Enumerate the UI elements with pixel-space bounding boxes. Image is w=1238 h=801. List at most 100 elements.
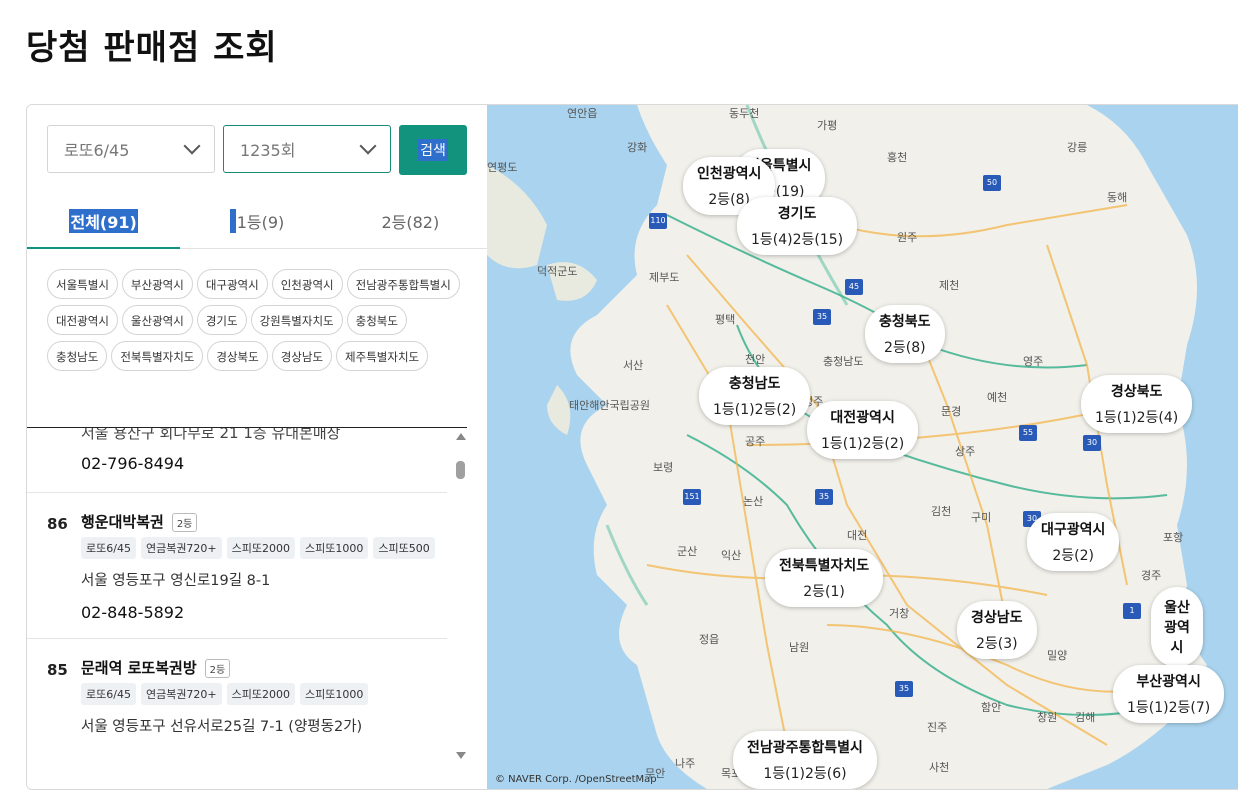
round-select[interactable]: 1235회: [223, 125, 391, 173]
map-place-label: 제부도: [649, 271, 680, 284]
store-name: 행운대박복권: [81, 513, 164, 531]
korea-map[interactable]: 연안읍 동두천 가평 강화 홍천 강릉 연평도 동해 원주 덕적군도 제부도 제천 평택 서산 천안 충청남도…: [487, 105, 1238, 789]
region-chip[interactable]: 충청남도: [47, 341, 108, 371]
product-tag: 스피또1000: [300, 537, 369, 559]
store-rank: 85: [47, 661, 68, 679]
map-place-label: 영주: [1023, 355, 1044, 368]
page-title: 당첨 판매점 조회: [26, 28, 278, 68]
product-tag: 스피또2000: [226, 683, 296, 705]
map-place-label: 김해: [1075, 711, 1096, 724]
map-place-label: 동두천: [729, 107, 760, 120]
round-select-value: 1235회: [240, 141, 296, 160]
map-place-label: 나주: [675, 757, 696, 770]
game-select-value: 로또6/45: [64, 141, 130, 160]
region-chip[interactable]: 인천광역시: [271, 269, 343, 299]
product-tags: 로또6/45 연금복권720+ 스피또2000 스피또1000: [81, 683, 369, 705]
region-marker-count: 2등(1): [803, 584, 845, 600]
region-chip[interactable]: 전남광주통합특별시: [346, 269, 460, 299]
region-marker-title: 충청남도: [728, 376, 781, 392]
map-place-label: 서산: [623, 359, 644, 372]
region-marker-count: 1등(1)2등(4): [1095, 410, 1179, 426]
map-place-label: 태안해안국립공원: [569, 399, 650, 412]
region-chip[interactable]: 울산광역시: [121, 305, 193, 335]
region-marker-count: 1등(4)2등(15): [751, 232, 844, 248]
grade-badge: 2등: [171, 513, 198, 532]
map-place-label: 충청남도: [823, 355, 864, 368]
map-place-label: 예천: [987, 391, 1008, 404]
game-select[interactable]: 로또6/45: [47, 125, 215, 173]
map-place-label: 대전: [847, 529, 868, 542]
region-marker-count: 1등(1)2등(7): [1127, 700, 1211, 716]
map-place-label: 동해: [1107, 191, 1128, 204]
chevron-down-icon: [359, 137, 377, 155]
region-marker[interactable]: 대구광역시 2등(2): [1027, 513, 1120, 571]
tab-first-prize-label: 1등(9): [229, 208, 284, 233]
store-name-row: 문래역 로또복권방 2등: [81, 657, 231, 678]
map-place-label: 문경: [941, 405, 962, 418]
product-tag: 연금복권720+: [140, 537, 222, 559]
search-button[interactable]: 검색: [399, 125, 467, 175]
region-marker-title: 경기도: [777, 206, 817, 222]
product-tag: 스피또1000: [300, 683, 369, 705]
region-marker[interactable]: 경상북도 1등(1)2등(4): [1081, 375, 1193, 433]
product-tags: 로또6/45 연금복권720+ 스피또2000 스피또1000 스피또500: [81, 537, 435, 559]
region-marker[interactable]: 대전광역시 1등(1)2등(2): [807, 401, 919, 459]
map-place-label: 천안: [745, 353, 766, 366]
region-chip[interactable]: 제주특별자치도: [336, 341, 429, 371]
region-chip[interactable]: 경기도: [196, 305, 247, 335]
region-chip[interactable]: 대구광역시: [196, 269, 268, 299]
grade-badge: 2등: [204, 659, 231, 678]
tab-second-prize[interactable]: 2등(82): [334, 193, 487, 248]
region-chip[interactable]: 부산광역시: [121, 269, 193, 299]
map-place-label: 남원: [789, 641, 810, 654]
region-marker-title: 부산광역시: [1136, 674, 1201, 690]
store-address: 서울 영등포구 선유서로25길 7-1 (양평동2가): [81, 719, 363, 735]
map-place-label: 진주: [927, 721, 948, 734]
region-chip[interactable]: 경상남도: [271, 341, 333, 371]
map-place-label: 창원: [1037, 711, 1058, 724]
tab-all-label: 전체(91): [69, 208, 138, 233]
tab-all[interactable]: 전체(91): [27, 193, 181, 249]
region-marker[interactable]: 부산광역시 1등(1)2등(7): [1113, 665, 1225, 723]
store-list[interactable]: 서울 용산구 회나무로 21 1층 유대본매장 02-796-8494 86 행…: [27, 427, 467, 764]
map-place-label: 군산: [677, 545, 698, 558]
product-tag: 로또6/45: [81, 683, 136, 705]
region-marker[interactable]: 울산광역시: [1151, 587, 1203, 667]
product-tag: 스피또2000: [226, 537, 296, 559]
region-marker[interactable]: 충청북도 2등(8): [865, 305, 945, 363]
region-marker-title: 대전광역시: [830, 410, 895, 426]
tab-first-prize[interactable]: 1등(9): [180, 193, 333, 248]
region-chip[interactable]: 충청북도: [346, 305, 407, 335]
region-chip[interactable]: 강원특별자치도: [250, 305, 343, 335]
region-chip[interactable]: 경상북도: [207, 341, 268, 371]
map-place-label: 연안읍: [567, 107, 598, 120]
region-marker-title: 경상북도: [1110, 384, 1163, 400]
region-marker[interactable]: 전북특별자치도 2등(1): [765, 549, 884, 607]
map-place-label: 평택: [715, 313, 736, 326]
list-item[interactable]: 86 행운대박복권 2등 로또6/45 연금복권720+ 스피또2000 스피또1…: [27, 492, 447, 639]
grade-tabs: 전체(91) 1등(9) 2등(82): [27, 193, 487, 249]
map-place-label: 구미: [971, 511, 992, 524]
region-chip[interactable]: 대전광역시: [47, 305, 118, 335]
scroll-thumb[interactable]: [456, 461, 465, 479]
store-rank: 86: [47, 515, 68, 533]
map-place-label: 가평: [817, 119, 838, 132]
scroll-up-arrow-icon[interactable]: [456, 433, 466, 440]
list-item[interactable]: 85 문래역 로또복권방 2등 로또6/45 연금복권720+ 스피또2000 스…: [27, 638, 447, 764]
map-place-label: 보령: [653, 461, 674, 474]
scroll-down-arrow-icon[interactable]: [456, 752, 466, 759]
region-marker[interactable]: 충청남도 1등(1)2등(2): [699, 367, 811, 425]
store-name: 문래역 로또복권방: [81, 659, 197, 677]
region-marker-count: 1등(1)2등(2): [713, 402, 797, 418]
map-place-label: 연평도: [487, 161, 518, 174]
region-marker-title: 울산광역시: [1164, 600, 1190, 656]
region-marker-title: 인천광역시: [697, 166, 762, 182]
region-marker[interactable]: 경기도 1등(4)2등(15): [737, 197, 858, 255]
list-scrollbar[interactable]: [455, 427, 467, 763]
product-tag: 연금복권720+: [140, 683, 222, 705]
region-chip[interactable]: 서울특별시: [47, 269, 118, 299]
region-chip[interactable]: 전북특별자치도: [111, 341, 204, 371]
store-address: 서울 용산구 회나무로 21 1층 유대본매장: [81, 427, 341, 442]
region-marker[interactable]: 경상남도 2등(3): [957, 601, 1037, 659]
region-marker[interactable]: 전남광주통합특별시 1등(1)2등(6): [733, 731, 877, 789]
